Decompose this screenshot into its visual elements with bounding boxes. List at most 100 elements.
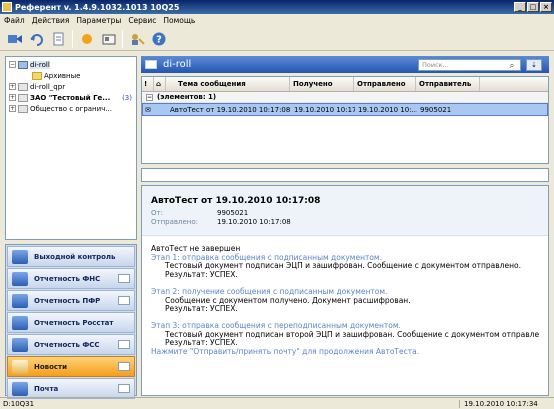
- from-label: От:: [151, 209, 163, 217]
- group-expander[interactable]: −: [146, 93, 153, 101]
- nav-label: Отчетность Росстат: [34, 318, 114, 327]
- nav-mail[interactable]: Почта: [7, 378, 135, 399]
- news-icon: [12, 359, 28, 374]
- folder-icon: [32, 71, 42, 80]
- navigation-panel: Выходной контроль Отчетность ФНС Отчетно…: [5, 244, 137, 399]
- preview-header: АвтоТест от 19.10.2010 10:17:08 От: 9905…: [142, 186, 548, 236]
- tree-item-label: di-roll_qpr: [30, 82, 66, 91]
- pfr-icon: [12, 293, 28, 308]
- nav-fss[interactable]: Отчетность ФСС: [7, 334, 135, 355]
- tree-item[interactable]: + di-roll_qpr: [6, 81, 136, 92]
- tree-expander[interactable]: +: [9, 105, 16, 112]
- nav-output-control[interactable]: Выходной контроль: [7, 246, 135, 267]
- compose-icon[interactable]: [50, 30, 67, 47]
- nav-label: Отчетность ФНС: [34, 274, 101, 283]
- attachment-column-icon[interactable]: ⌂: [154, 77, 166, 91]
- column-header[interactable]: Отправлено: [354, 77, 416, 91]
- tree-expander[interactable]: −: [9, 61, 16, 68]
- nav-rosstat[interactable]: Отчетность Росстат: [7, 312, 135, 333]
- tree-item-label: ЗАО "Тестовый Ге...: [30, 93, 111, 102]
- tree-item[interactable]: + Общество с огранич...: [6, 103, 136, 114]
- preview-subject: АвтоТест от 19.10.2010 10:17:08: [151, 196, 321, 206]
- message-icon: ✉: [145, 105, 151, 114]
- envelope-icon: [118, 296, 130, 305]
- envelope-icon: [118, 340, 130, 349]
- sent-value: 19.10.2010 10:17:08: [217, 218, 291, 226]
- body-line: Результат: УСПЕХ.: [165, 270, 238, 280]
- mail-icon: [12, 381, 28, 396]
- help-icon[interactable]: ?: [150, 30, 167, 47]
- nav-news[interactable]: Новости: [7, 356, 135, 377]
- from-value: 9905021: [217, 209, 249, 217]
- toolbar-separator: [122, 29, 123, 48]
- sent-label: Отправлено:: [151, 218, 199, 226]
- menu-help[interactable]: Помощь: [163, 16, 195, 25]
- message-list: ! ⌂ Тема сообщения Получено Отправлено О…: [141, 76, 549, 164]
- continue-autotest-link[interactable]: Нажмите "Отправить/принять почту" для пр…: [151, 347, 548, 357]
- group-label: (элементов: 1): [157, 93, 217, 101]
- folder-tree: − di-roll Архивные + di-roll_qpr + ЗАО "…: [5, 56, 137, 240]
- output-control-icon: [12, 249, 28, 264]
- nav-label: Почта: [34, 384, 59, 393]
- preview-body: АвтоТест не завершен Этап 1: отправка со…: [142, 236, 548, 357]
- nav-label: Отчетность ПФР: [34, 296, 101, 305]
- status-left: D:10Q31: [0, 399, 460, 408]
- nav-label: Отчетность ФСС: [34, 340, 100, 349]
- nav-fns[interactable]: Отчетность ФНС: [7, 268, 135, 289]
- tree-item[interactable]: + ЗАО "Тестовый Ге... (3): [6, 92, 136, 103]
- column-header-extra[interactable]: [480, 77, 548, 91]
- envelope-icon: [118, 384, 130, 393]
- cell-received: 19.10.2010 10:17:...: [294, 105, 355, 114]
- tree-expander[interactable]: +: [9, 83, 16, 90]
- menu-bar: Файл Действия Параметры Сервис Помощь: [0, 14, 554, 26]
- body-line: Результат: УСПЕХ.: [165, 304, 238, 314]
- card-icon[interactable]: [100, 30, 117, 47]
- address-bar[interactable]: [141, 168, 549, 182]
- mailbox-icon: [18, 104, 28, 113]
- tree-item-label: Архивные: [44, 71, 81, 80]
- cell-subject: АвтоТест от 19.10.2010 10:17:08: [170, 105, 291, 114]
- refresh-icon[interactable]: [28, 30, 45, 47]
- nav-label: Новости: [34, 362, 68, 371]
- mailbox-icon: [18, 82, 28, 91]
- envelope-icon: [118, 274, 130, 283]
- menu-actions[interactable]: Действия: [32, 16, 70, 25]
- mailbox-icon: [18, 93, 28, 102]
- flag-column-icon[interactable]: !: [142, 77, 154, 91]
- fns-icon: [12, 271, 28, 286]
- menu-service[interactable]: Сервис: [128, 16, 156, 25]
- nav-pfr[interactable]: Отчетность ПФР: [7, 290, 135, 311]
- tree-item[interactable]: Архивные: [6, 70, 136, 81]
- send-receive-icon[interactable]: [6, 30, 23, 47]
- table-row[interactable]: ✉ АвтоТест от 19.10.2010 10:17:08 19.10.…: [142, 103, 548, 116]
- mailbox-icon: [18, 60, 28, 69]
- tree-expander[interactable]: +: [9, 94, 16, 101]
- column-header[interactable]: Получено: [290, 77, 354, 91]
- app-icon: [2, 2, 12, 12]
- preview-sent: Отправлено: 19.10.2010 10:17:08: [151, 218, 548, 226]
- menu-file[interactable]: Файл: [4, 16, 25, 25]
- window-title: Референт v. 1.4.9.1032.1013 10Q25: [15, 2, 180, 12]
- folder-view-icon: [145, 60, 157, 69]
- title-bar: Референт v. 1.4.9.1032.1013 10Q25 _ □ ×: [0, 0, 554, 14]
- envelope-icon: [118, 362, 130, 371]
- panel-title: di-roll: [163, 59, 192, 70]
- tree-item-label: Общество с огранич...: [30, 104, 112, 113]
- group-row[interactable]: − (элементов: 1): [142, 92, 548, 103]
- rosstat-icon: [12, 315, 28, 330]
- tree-item[interactable]: − di-roll: [6, 59, 136, 70]
- column-header[interactable]: Тема сообщения: [166, 77, 290, 91]
- chevron-down-icon[interactable]: ⇣: [526, 59, 542, 71]
- close-button[interactable]: ×: [540, 2, 552, 12]
- column-header[interactable]: Отправитель: [416, 77, 480, 91]
- minimize-button[interactable]: _: [514, 2, 526, 12]
- sun-icon[interactable]: [78, 30, 95, 47]
- message-preview: АвтоТест от 19.10.2010 10:17:08 От: 9905…: [141, 185, 549, 396]
- maximize-button[interactable]: □: [527, 2, 539, 12]
- svg-text:?: ?: [156, 34, 162, 45]
- menu-parameters[interactable]: Параметры: [76, 16, 121, 25]
- toolbar-separator: [72, 29, 73, 48]
- search-icon[interactable]: ⌕: [505, 60, 519, 71]
- fss-icon: [12, 337, 28, 352]
- key-user-icon[interactable]: [128, 30, 145, 47]
